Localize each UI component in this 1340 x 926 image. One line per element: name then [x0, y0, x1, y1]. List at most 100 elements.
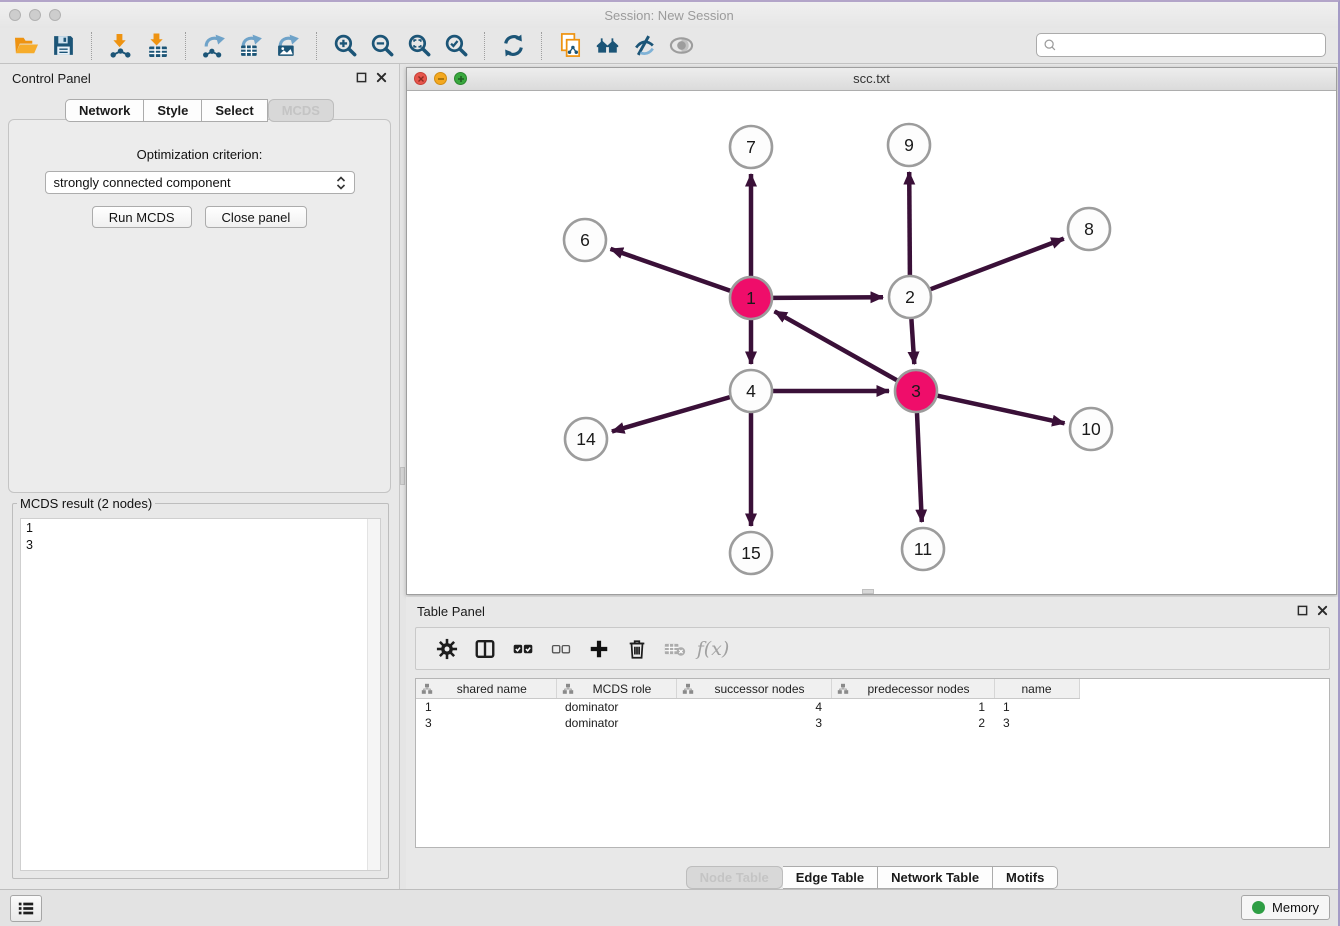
close-table-panel-icon[interactable]: [1317, 605, 1328, 616]
cell-name[interactable]: 3: [994, 715, 1079, 731]
tab-edge-table[interactable]: Edge Table: [783, 866, 878, 889]
export-table-button[interactable]: [233, 30, 270, 61]
tab-node-table[interactable]: Node Table: [686, 866, 783, 889]
network-edge-3-1[interactable]: [775, 311, 897, 380]
column-header-name[interactable]: name: [994, 679, 1079, 699]
mcds-result-area[interactable]: 1 3: [20, 518, 381, 871]
cell-mcds-role[interactable]: dominator: [556, 699, 676, 716]
export-image-icon: [276, 33, 301, 58]
cell-shared-name[interactable]: 1: [416, 699, 556, 716]
network-edge-2-3[interactable]: [911, 319, 914, 364]
network-edge-3-10[interactable]: [938, 396, 1065, 424]
minimize-window-icon[interactable]: [434, 72, 447, 85]
cell-predecessor-nodes[interactable]: 2: [831, 715, 994, 731]
tab-label: Network: [79, 103, 130, 118]
column-header-successor-nodes[interactable]: successor nodes: [676, 679, 831, 699]
network-node-8[interactable]: 8: [1068, 208, 1110, 250]
node-label: 1: [746, 288, 756, 308]
table-settings-icon: [436, 638, 458, 660]
network-edge-4-14[interactable]: [612, 397, 730, 431]
cell-successor-nodes[interactable]: 3: [676, 715, 831, 731]
network-node-1[interactable]: 1: [730, 277, 772, 319]
column-header-shared-name[interactable]: shared name: [416, 679, 556, 699]
open-session-button[interactable]: [8, 30, 45, 61]
network-node-10[interactable]: 10: [1070, 408, 1112, 450]
column-header-mcds-role[interactable]: MCDS role: [556, 679, 676, 699]
select-all-rows-button[interactable]: [504, 631, 542, 667]
network-edge-2-9[interactable]: [909, 172, 910, 275]
graphics-details-button[interactable]: [626, 30, 663, 61]
close-panel-icon[interactable]: [376, 72, 387, 83]
cell-shared-name[interactable]: 3: [416, 715, 556, 731]
task-list-button[interactable]: [10, 895, 42, 922]
table-settings-button[interactable]: [428, 631, 466, 667]
close-window-icon[interactable]: [414, 72, 427, 85]
network-edge-3-11[interactable]: [917, 413, 922, 522]
tab-network[interactable]: Network: [65, 99, 144, 122]
toolbar-separator: [316, 32, 318, 60]
export-image-button[interactable]: [270, 30, 307, 61]
search-input[interactable]: [1061, 37, 1319, 53]
new-network-from-selection-button[interactable]: [552, 30, 589, 61]
network-node-11[interactable]: 11: [902, 528, 944, 570]
import-network-button[interactable]: [102, 30, 139, 61]
network-edge-1-2[interactable]: [773, 297, 883, 298]
table-row[interactable]: 1dominator411: [416, 699, 1329, 716]
save-session-button[interactable]: [45, 30, 82, 61]
delete-columns-button[interactable]: [618, 631, 656, 667]
zoom-fit-button[interactable]: [401, 30, 438, 61]
network-node-4[interactable]: 4: [730, 370, 772, 412]
deselect-all-rows-button[interactable]: [542, 631, 580, 667]
import-table-button[interactable]: [139, 30, 176, 61]
table-row[interactable]: 3dominator323: [416, 715, 1329, 731]
column-header-predecessor-nodes[interactable]: predecessor nodes: [831, 679, 994, 699]
float-table-panel-icon[interactable]: [1297, 605, 1308, 616]
create-new-column-button[interactable]: [580, 631, 618, 667]
node-label: 6: [580, 230, 590, 250]
cell-successor-nodes[interactable]: 4: [676, 699, 831, 716]
zoom-selected-button[interactable]: [438, 30, 475, 61]
toggle-column-display-button[interactable]: [466, 631, 504, 667]
tab-label: Style: [157, 103, 188, 118]
splitter-handle[interactable]: [400, 467, 405, 485]
network-node-3[interactable]: 3: [895, 370, 937, 412]
node-label: 11: [914, 539, 932, 559]
memory-button[interactable]: Memory: [1241, 895, 1330, 920]
close-panel-button[interactable]: Close panel: [205, 206, 308, 228]
criterion-select[interactable]: strongly connected component: [45, 171, 355, 194]
run-mcds-button[interactable]: Run MCDS: [92, 206, 192, 228]
network-node-2[interactable]: 2: [889, 276, 931, 318]
search-box[interactable]: [1036, 33, 1326, 57]
network-edge-2-8[interactable]: [931, 239, 1064, 290]
cell-predecessor-nodes[interactable]: 1: [831, 699, 994, 716]
maximize-window-icon[interactable]: [454, 72, 467, 85]
cell-mcds-role[interactable]: dominator: [556, 715, 676, 731]
delete-table-button[interactable]: [656, 631, 694, 667]
network-resize-handle[interactable]: [862, 589, 874, 594]
mcds-result-group: MCDS result (2 nodes) 1 3: [12, 496, 389, 879]
tab-select[interactable]: Select: [202, 99, 267, 122]
network-node-6[interactable]: 6: [564, 219, 606, 261]
network-canvas[interactable]: 7 9 6 8 1 2 4 3 14 10 15 11: [407, 90, 1336, 594]
network-node-14[interactable]: 14: [565, 418, 607, 460]
zoom-out-button[interactable]: [364, 30, 401, 61]
birds-eye-view-button[interactable]: [663, 30, 700, 61]
zoom-in-button[interactable]: [327, 30, 364, 61]
export-network-button[interactable]: [196, 30, 233, 61]
tab-style[interactable]: Style: [144, 99, 202, 122]
tab-motifs[interactable]: Motifs: [993, 866, 1058, 889]
network-node-9[interactable]: 9: [888, 124, 930, 166]
network-node-15[interactable]: 15: [730, 532, 772, 574]
tab-mcds[interactable]: MCDS: [268, 99, 334, 122]
app-titlebar: Session: New Session: [0, 2, 1338, 28]
function-builder-button[interactable]: f(x): [694, 631, 732, 667]
result-scrollbar[interactable]: [367, 519, 380, 870]
cell-name[interactable]: 1: [994, 699, 1079, 716]
network-edge-1-6[interactable]: [611, 249, 731, 291]
float-panel-icon[interactable]: [356, 72, 367, 83]
network-node-7[interactable]: 7: [730, 126, 772, 168]
tab-network-table[interactable]: Network Table: [878, 866, 993, 889]
first-neighbors-button[interactable]: [589, 30, 626, 61]
apply-preferred-layout-button[interactable]: [495, 30, 532, 61]
toolbar-separator: [185, 32, 187, 60]
